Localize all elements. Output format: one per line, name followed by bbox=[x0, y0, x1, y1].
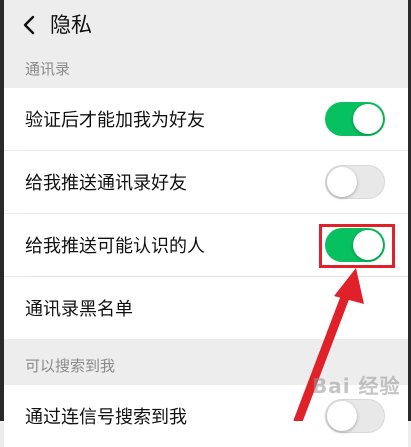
row-label: 给我推送可能认识的人 bbox=[25, 236, 205, 257]
verify-friend-toggle[interactable] bbox=[325, 102, 385, 136]
watermark: Bai 经验 bbox=[312, 374, 401, 398]
section-label-contacts: 通讯录 bbox=[4, 48, 408, 88]
page-title: 隐私 bbox=[50, 13, 92, 37]
annotation-highlight-box bbox=[319, 224, 395, 268]
toggle-knob bbox=[353, 104, 383, 134]
row-label: 通讯录黑名单 bbox=[25, 299, 133, 320]
toggle-knob bbox=[327, 167, 357, 197]
row-label: 给我推送通讯录好友 bbox=[25, 173, 187, 194]
navigation-header: 隐私 bbox=[4, 0, 408, 48]
chevron-left-icon[interactable] bbox=[22, 15, 40, 35]
row-verify-friend[interactable]: 验证后才能加我为好友 bbox=[4, 88, 408, 150]
row-blacklist[interactable]: 通讯录黑名单 bbox=[4, 277, 408, 339]
row-push-contacts[interactable]: 给我推送通讯录好友 bbox=[4, 151, 408, 213]
row-label: 验证后才能加我为好友 bbox=[25, 110, 205, 131]
toggle-knob bbox=[327, 401, 357, 431]
row-label: 通过连信号搜索到我 bbox=[25, 407, 187, 428]
push-contacts-toggle[interactable] bbox=[325, 165, 385, 199]
search-by-id-toggle[interactable] bbox=[325, 399, 385, 433]
